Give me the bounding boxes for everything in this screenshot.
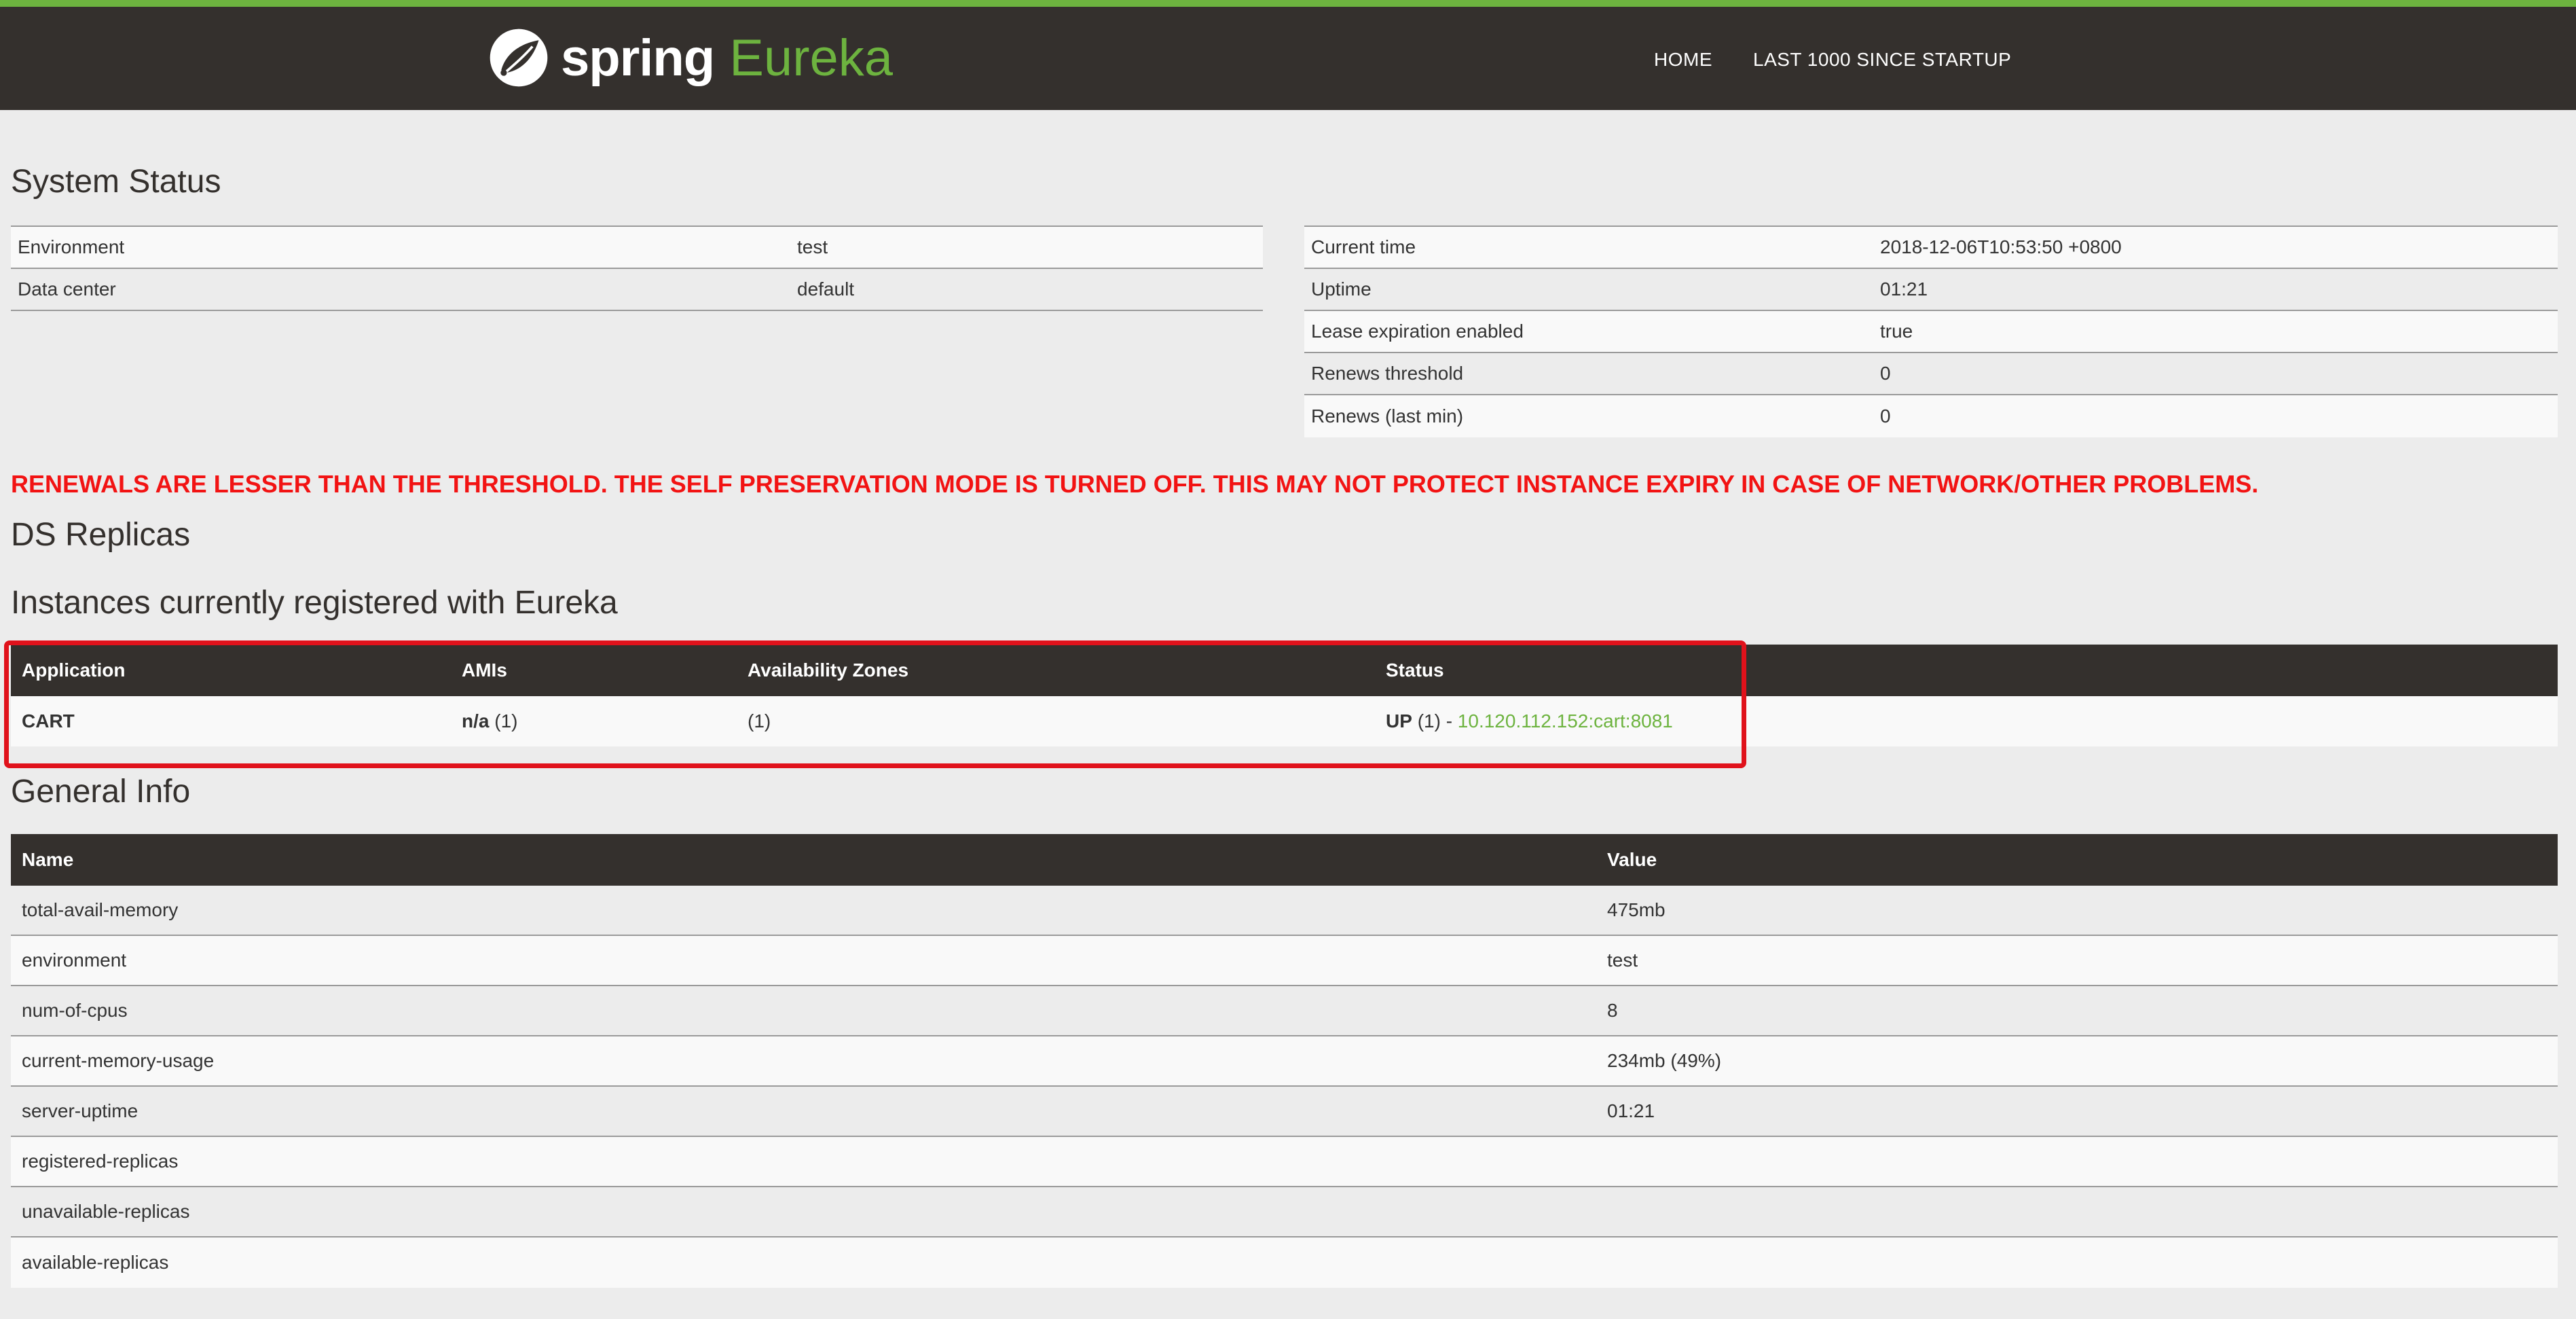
table-row: current-memory-usage 234mb (49%) — [11, 1036, 2558, 1087]
cell-amis-count: (1) — [494, 710, 518, 731]
kv-row-data-center: Data center default — [11, 269, 1263, 311]
kv-value: 0 — [1880, 363, 1891, 384]
col-header-status: Status — [1386, 660, 1444, 681]
general-info-table: Name Value total-avail-memory 475mb envi… — [11, 834, 2558, 1288]
cell-status: UP (1) - 10.120.112.152:cart:8081 — [1375, 710, 1673, 732]
kv-row-current-time: Current time 2018-12-06T10:53:50 +0800 — [1304, 227, 2558, 269]
instances-table: Application AMIs Availability Zones Stat… — [11, 645, 2558, 746]
table-row: unavailable-replicas — [11, 1187, 2558, 1237]
col-header-value: Value — [1607, 849, 1657, 870]
top-navbar: spring Eureka HOME LAST 1000 SINCE START… — [0, 0, 2576, 110]
kv-key: Lease expiration enabled — [1311, 321, 1524, 342]
cell-value: 234mb (49%) — [1607, 1050, 1722, 1071]
kv-value: 2018-12-06T10:53:50 +0800 — [1880, 236, 2122, 257]
spring-leaf-icon — [490, 29, 548, 87]
table-row: environment test — [11, 936, 2558, 986]
cell-status-count: (1) - — [1417, 710, 1453, 731]
system-status-left-table: Environment test Data center default — [11, 225, 1263, 311]
cell-name: num-of-cpus — [22, 1000, 128, 1021]
table-row: CART n/a (1) (1) UP (1) - 10.120.112.152… — [11, 696, 2558, 746]
instances-title: Instances currently registered with Eure… — [11, 585, 618, 621]
kv-key: Environment — [18, 236, 125, 257]
system-status-right-table: Current time 2018-12-06T10:53:50 +0800 U… — [1304, 225, 2558, 437]
cell-name: current-memory-usage — [22, 1050, 215, 1071]
nav-link-home[interactable]: HOME — [1654, 49, 1712, 71]
kv-value: 0 — [1880, 405, 1891, 427]
col-header-amis: AMIs — [462, 660, 507, 681]
col-header-application: Application — [22, 660, 126, 681]
table-row: available-replicas — [11, 1237, 2558, 1288]
general-info-header: Name Value — [11, 834, 2558, 886]
brand-spring-text: spring — [561, 29, 715, 87]
cell-application: CART — [22, 710, 75, 731]
kv-key: Current time — [1311, 236, 1416, 257]
table-row: total-avail-memory 475mb — [11, 886, 2558, 936]
kv-value: default — [797, 278, 855, 300]
table-row: server-uptime 01:21 — [11, 1087, 2558, 1137]
cell-name: unavailable-replicas — [22, 1201, 190, 1222]
kv-key: Uptime — [1311, 278, 1372, 300]
kv-row-renews-threshold: Renews threshold 0 — [1304, 353, 2558, 395]
brand-eureka-text: Eureka — [729, 29, 894, 87]
kv-row-lease-expiration: Lease expiration enabled true — [1304, 311, 2558, 353]
kv-row-renews-last-min: Renews (last min) 0 — [1304, 395, 2558, 437]
kv-value: test — [797, 236, 828, 257]
cell-value: 8 — [1607, 1000, 1618, 1021]
kv-row-environment: Environment test — [11, 227, 1263, 269]
brand-logo[interactable]: spring Eureka — [487, 20, 893, 95]
cell-status-value: UP — [1386, 710, 1412, 731]
cell-value: 01:21 — [1607, 1100, 1655, 1121]
general-info-title: General Info — [11, 774, 191, 810]
general-info-body: total-avail-memory 475mb environment tes… — [11, 886, 2558, 1288]
table-row: registered-replicas — [11, 1137, 2558, 1187]
cell-name: server-uptime — [22, 1100, 139, 1121]
kv-key: Renews threshold — [1311, 363, 1464, 384]
kv-row-uptime: Uptime 01:21 — [1304, 269, 2558, 311]
cell-amis-value: n/a — [462, 710, 490, 731]
instance-link[interactable]: 10.120.112.152:cart:8081 — [1458, 710, 1673, 731]
instances-table-header: Application AMIs Availability Zones Stat… — [11, 645, 2558, 696]
kv-key: Data center — [18, 278, 116, 300]
table-row: num-of-cpus 8 — [11, 986, 2558, 1036]
kv-value: 01:21 — [1880, 278, 1928, 300]
self-preservation-warning: RENEWALS ARE LESSER THAN THE THRESHOLD. … — [11, 470, 2259, 498]
cell-value: 475mb — [1607, 899, 1666, 920]
nav-link-last-1000[interactable]: LAST 1000 SINCE STARTUP — [1753, 49, 2011, 71]
col-header-availability-zones: Availability Zones — [748, 660, 909, 681]
cell-name: total-avail-memory — [22, 899, 179, 920]
col-header-name: Name — [22, 849, 74, 870]
cell-value: test — [1607, 950, 1638, 971]
nav-links: HOME LAST 1000 SINCE STARTUP — [1654, 49, 2052, 71]
ds-replicas-title: DS Replicas — [11, 517, 191, 553]
cell-name: available-replicas — [22, 1252, 169, 1273]
cell-zones: (1) — [748, 710, 771, 731]
kv-value: true — [1880, 321, 1913, 342]
system-status-title: System Status — [11, 164, 221, 200]
cell-amis: n/a (1) — [451, 710, 737, 732]
kv-key: Renews (last min) — [1311, 405, 1464, 427]
cell-name: environment — [22, 950, 127, 971]
cell-name: registered-replicas — [22, 1151, 179, 1172]
